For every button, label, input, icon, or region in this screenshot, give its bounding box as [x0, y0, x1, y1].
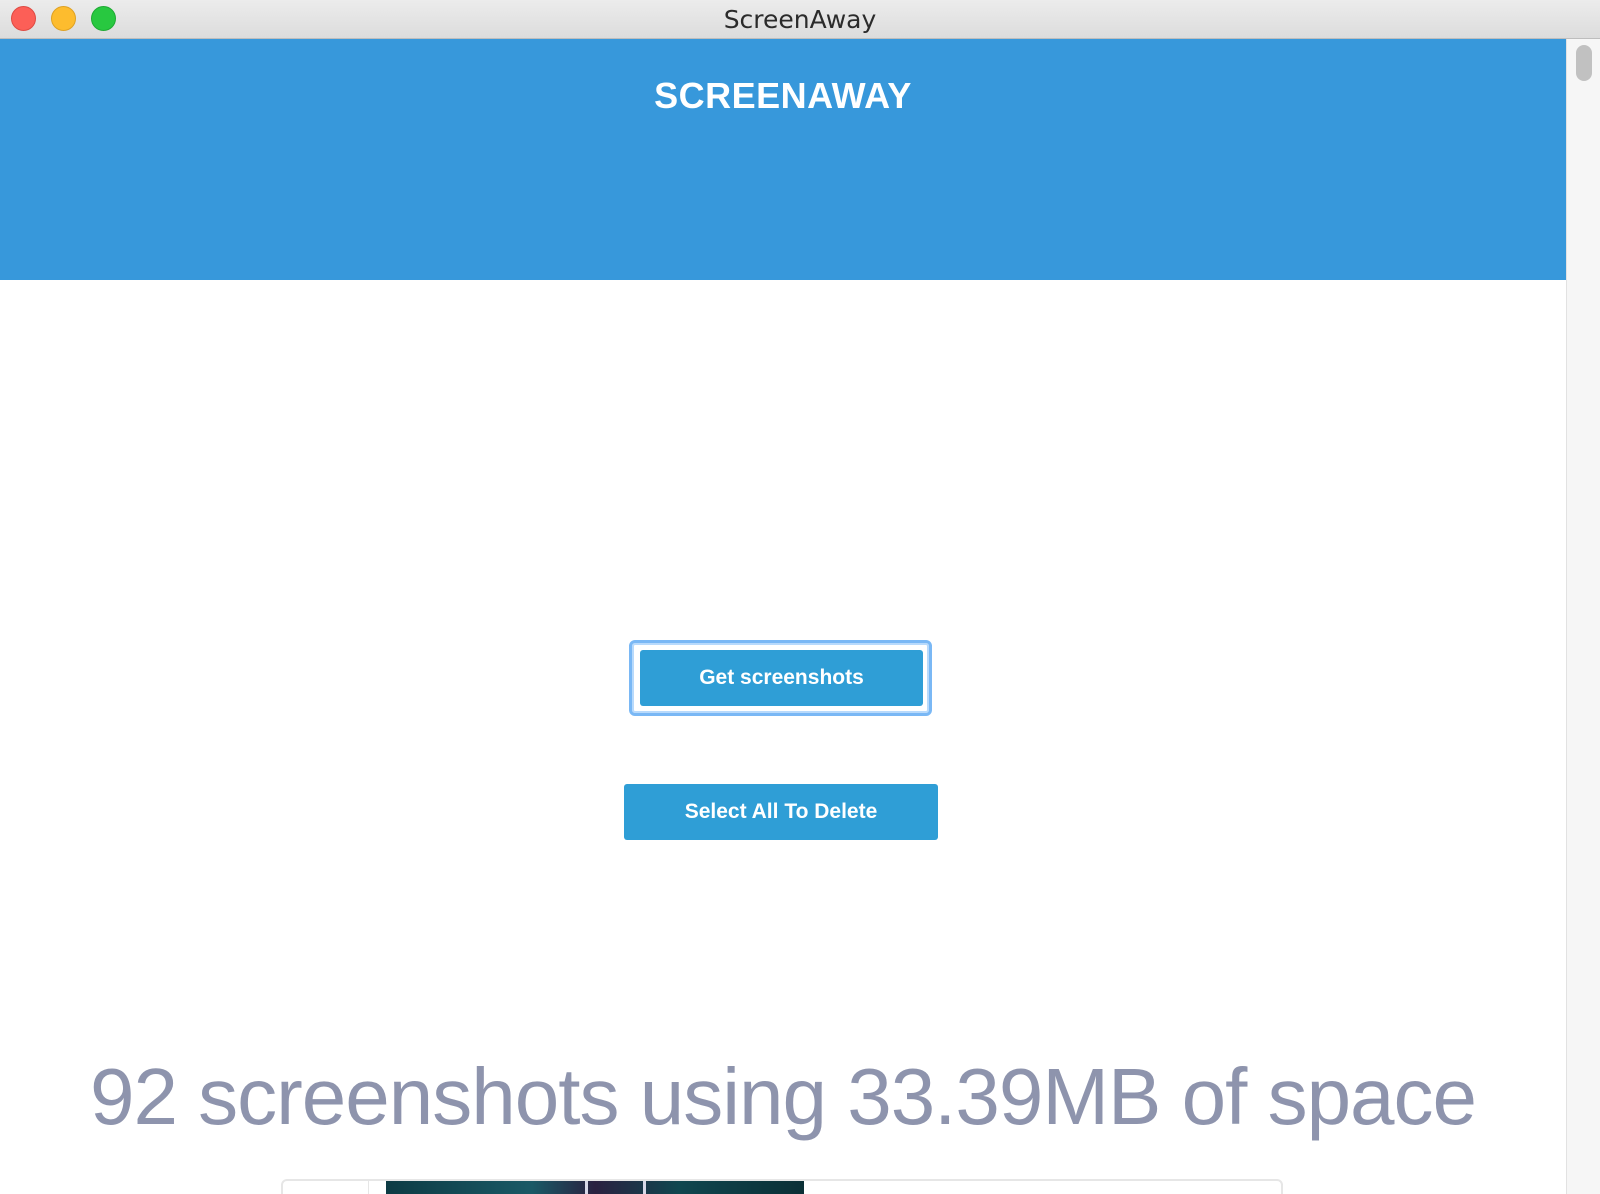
title-bar[interactable]: ScreenAway — [0, 0, 1600, 39]
select-all-to-delete-button[interactable]: Select All To Delete — [624, 784, 938, 840]
get-screenshots-button[interactable]: Get screenshots — [640, 650, 923, 706]
summary-text: 92 screenshots using 33.39MB of space — [89, 1052, 1477, 1141]
thumbnail-detail — [643, 1181, 646, 1194]
scrollbar-thumb[interactable] — [1576, 45, 1592, 81]
brand-title: SCREENAWAY — [654, 75, 912, 116]
main-content: SCREENAWAY Get screenshots Select All To… — [0, 39, 1566, 1194]
thumbnail-detail — [585, 1181, 588, 1194]
header-banner: SCREENAWAY — [0, 39, 1566, 280]
screenshot-thumbnail[interactable] — [386, 1181, 804, 1194]
app-window: ScreenAway SCREENAWAY Get screenshots Se… — [0, 0, 1600, 1194]
vertical-scrollbar[interactable] — [1566, 39, 1600, 1194]
window-title: ScreenAway — [723, 5, 877, 34]
list-divider — [368, 1181, 369, 1194]
screenshot-list-item[interactable] — [281, 1179, 1283, 1194]
